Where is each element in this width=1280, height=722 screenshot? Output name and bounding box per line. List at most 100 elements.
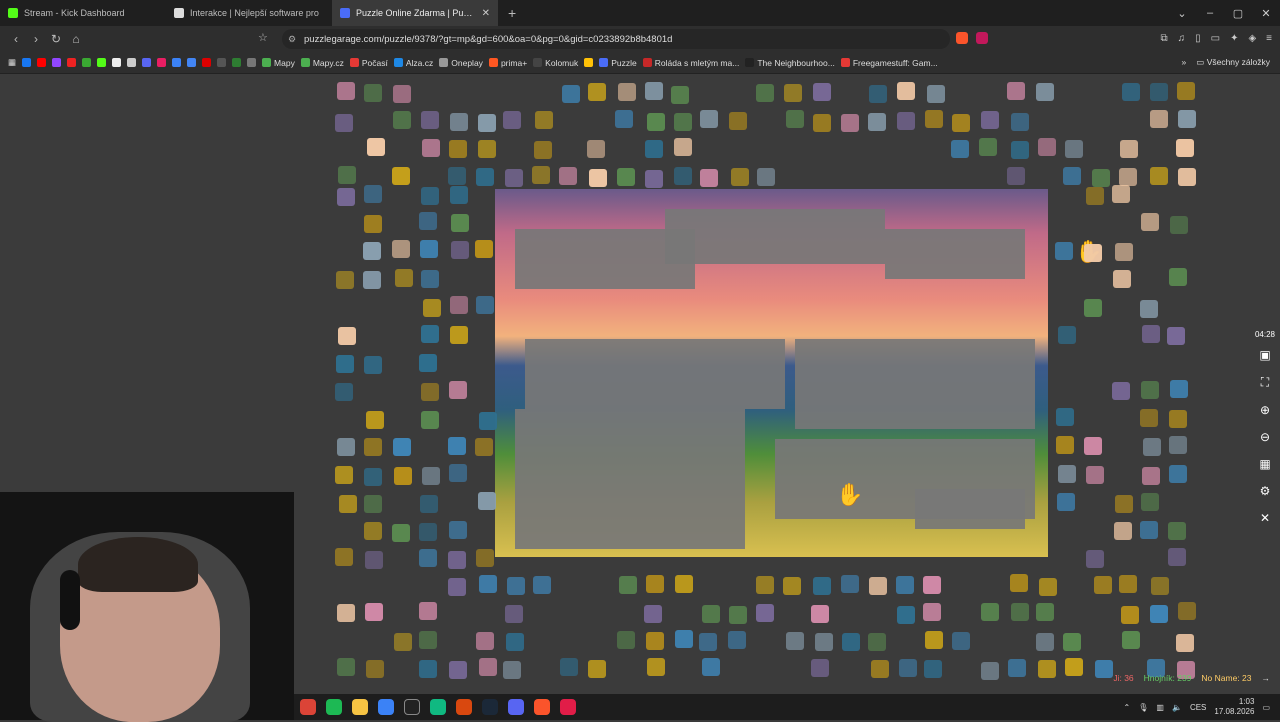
settings-icon[interactable]: ⚙	[1260, 484, 1271, 498]
puzzle-piece[interactable]	[478, 574, 497, 593]
puzzle-piece[interactable]	[1142, 325, 1161, 344]
puzzle-piece[interactable]	[394, 269, 413, 288]
puzzle-piece[interactable]	[1150, 604, 1169, 623]
puzzle-piece[interactable]	[924, 631, 943, 650]
puzzle-piece[interactable]	[924, 110, 943, 129]
puzzle-piece[interactable]	[1140, 408, 1159, 427]
tray-arrow-icon[interactable]: ⌃	[1124, 703, 1131, 712]
puzzle-piece[interactable]	[616, 167, 635, 186]
puzzle-piece[interactable]	[1169, 268, 1188, 287]
puzzle-piece[interactable]	[450, 214, 469, 233]
puzzle-piece[interactable]	[1150, 110, 1169, 129]
puzzle-piece[interactable]	[926, 85, 945, 103]
puzzle-piece[interactable]	[783, 83, 802, 102]
puzzle-piece[interactable]	[449, 521, 468, 540]
puzzle-piece[interactable]	[363, 241, 382, 260]
puzzle-piece[interactable]	[335, 113, 354, 132]
puzzle-piece[interactable]	[699, 168, 718, 187]
puzzle-piece[interactable]	[1140, 520, 1159, 539]
puzzle-piece[interactable]	[1035, 632, 1054, 651]
puzzle-piece[interactable]	[335, 382, 354, 401]
tab-puzzle[interactable]: Puzzle Online Zdarma | Puzzle ✕	[332, 0, 498, 26]
puzzle-piece[interactable]	[923, 660, 942, 679]
puzzle-piece[interactable]	[449, 380, 468, 399]
puzzle-piece[interactable]	[587, 139, 606, 158]
puzzle-piece[interactable]	[1140, 299, 1159, 318]
puzzle-piece[interactable]	[337, 82, 356, 101]
language[interactable]: CES	[1190, 703, 1206, 712]
puzzle-piece[interactable]	[756, 603, 775, 622]
puzzle-piece[interactable]	[867, 112, 886, 131]
maximize-button[interactable]: ▢	[1224, 7, 1252, 20]
puzzle-piece[interactable]	[952, 113, 971, 132]
close-icon[interactable]: ✕	[1260, 511, 1270, 525]
puzzle-piece[interactable]	[562, 85, 581, 104]
puzzle-piece[interactable]	[646, 658, 665, 677]
puzzle-piece[interactable]	[337, 166, 356, 185]
puzzle-piece[interactable]	[337, 438, 356, 457]
puzzle-piece[interactable]	[1065, 140, 1084, 159]
bookmark-item[interactable]	[52, 58, 62, 67]
puzzle-piece[interactable]	[335, 465, 354, 484]
puzzle-piece[interactable]	[1177, 82, 1196, 101]
puzzle-piece[interactable]	[450, 240, 469, 259]
puzzle-piece[interactable]	[980, 661, 999, 680]
puzzle-piece[interactable]	[645, 631, 664, 650]
puzzle-piece[interactable]	[1057, 325, 1076, 344]
folder-icon[interactable]	[352, 699, 368, 715]
puzzle-piece[interactable]	[1114, 243, 1133, 262]
bookmark-item[interactable]: prima+	[488, 58, 527, 68]
puzzle-piece[interactable]	[841, 575, 860, 594]
tab-kick[interactable]: Stream - Kick Dashboard	[0, 0, 166, 26]
puzzle-piece[interactable]	[730, 168, 749, 187]
puzzle-piece[interactable]	[1169, 464, 1188, 483]
puzzle-piece[interactable]	[1010, 113, 1029, 132]
url-field[interactable]: ⚙ puzzlegarage.com/puzzle/9378/?gt=mp&gd…	[282, 29, 950, 49]
puzzle-piece[interactable]	[1094, 660, 1113, 679]
puzzle-piece[interactable]	[1112, 382, 1131, 401]
puzzle-piece[interactable]	[477, 140, 496, 159]
network-icon[interactable]: ▥	[1156, 703, 1164, 712]
puzzle-piece[interactable]	[365, 410, 384, 429]
puzzle-piece[interactable]	[700, 110, 719, 129]
puzzle-piece[interactable]	[1150, 576, 1169, 595]
bookmark-item[interactable]	[584, 58, 594, 67]
puzzle-piece[interactable]	[1057, 465, 1076, 484]
puzzle-piece[interactable]	[841, 633, 860, 652]
puzzle-piece[interactable]	[364, 495, 383, 514]
puzzle-piece[interactable]	[1007, 167, 1026, 186]
puzzle-piece[interactable]	[338, 495, 357, 514]
puzzle-piece[interactable]	[1149, 82, 1168, 101]
puzzle-piece[interactable]	[811, 659, 830, 678]
puzzle-piece[interactable]	[476, 631, 495, 650]
puzzle-piece[interactable]	[896, 575, 915, 594]
puzzle-piece[interactable]	[392, 110, 411, 129]
puzzle-piece[interactable]	[1084, 437, 1103, 456]
puzzle-piece[interactable]	[870, 659, 889, 678]
bookmark-item[interactable]: Oneplay	[439, 58, 483, 68]
bookmark-item[interactable]: Počasí	[349, 58, 388, 68]
bookmark-item[interactable]	[22, 58, 32, 67]
puzzle-piece[interactable]	[1038, 660, 1057, 679]
puzzle-piece[interactable]	[617, 630, 636, 649]
wallet-icon[interactable]: ▭	[1211, 33, 1220, 44]
tab-search-icon[interactable]: ⌄	[1168, 7, 1196, 20]
puzzle-piece[interactable]	[419, 212, 438, 231]
more-bookmarks-button[interactable]: »	[1182, 57, 1187, 68]
chrome-icon[interactable]	[300, 699, 316, 715]
bookmark-item[interactable]: Mapy.cz	[300, 58, 344, 68]
bookmark-item[interactable]: Alza.cz	[393, 58, 433, 68]
puzzle-piece[interactable]	[559, 167, 578, 186]
puzzle-piece[interactable]	[1056, 408, 1075, 427]
bookmark-item[interactable]	[127, 58, 137, 67]
fullscreen-icon[interactable]: ⛶	[1261, 375, 1269, 390]
puzzle-piece[interactable]	[756, 83, 774, 102]
puzzle-piece[interactable]	[701, 658, 720, 676]
bookmark-item[interactable]	[187, 58, 197, 67]
puzzle-piece[interactable]	[420, 411, 439, 430]
puzzle-piece[interactable]	[1007, 82, 1026, 101]
puzzle-piece[interactable]	[1084, 298, 1103, 317]
puzzle-piece[interactable]	[1036, 83, 1055, 102]
puzzle-piece[interactable]	[645, 574, 664, 593]
back-button[interactable]: ‹	[6, 32, 26, 46]
